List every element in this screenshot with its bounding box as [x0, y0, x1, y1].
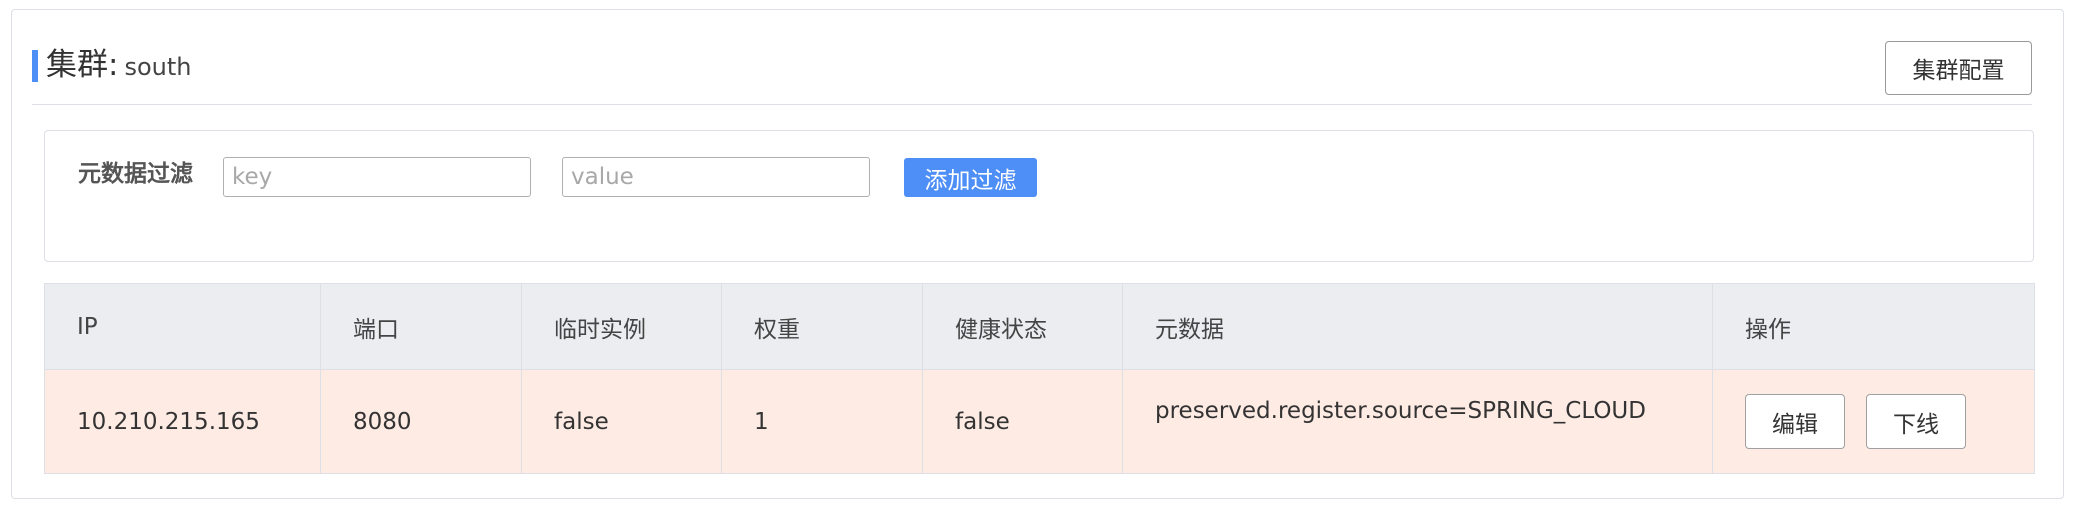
column-header-metadata: 元数据 [1122, 283, 1713, 370]
metadata-filter-panel: 元数据过滤 添加过滤 [44, 130, 2034, 262]
cell-ip: 10.210.215.165 [44, 369, 321, 474]
column-header-health: 健康状态 [922, 283, 1123, 370]
filter-value-input[interactable] [562, 157, 870, 197]
cell-metadata: preserved.register.source=SPRING_CLOUD [1122, 369, 1713, 474]
page-title: 集群: south [46, 45, 191, 87]
cluster-config-button[interactable]: 集群配置 [1885, 41, 2032, 95]
column-header-ip: IP [44, 283, 321, 370]
column-header-port: 端口 [320, 283, 522, 370]
column-header-weight: 权重 [721, 283, 923, 370]
column-header-ephemeral: 临时实例 [521, 283, 722, 370]
title-accent-bar [32, 50, 38, 82]
table-header-row: IP 端口 临时实例 权重 健康状态 元数据 操作 [44, 283, 2035, 370]
table-row: 10.210.215.165 8080 false 1 false preser… [44, 369, 2035, 474]
instance-table: IP 端口 临时实例 权重 健康状态 元数据 操作 10.210.215.165… [44, 283, 2035, 474]
cell-port: 8080 [320, 369, 522, 474]
cell-ephemeral: false [521, 369, 722, 474]
cell-actions: 编辑 下线 [1712, 369, 2035, 474]
cluster-header: 集群: south 集群配置 [32, 30, 2032, 105]
cluster-name: south [124, 53, 192, 81]
add-filter-button[interactable]: 添加过滤 [904, 158, 1037, 197]
metadata-filter-label: 元数据过滤 [78, 161, 193, 187]
cell-weight: 1 [721, 369, 923, 474]
column-header-actions: 操作 [1712, 283, 2035, 370]
edit-button[interactable]: 编辑 [1745, 394, 1845, 449]
offline-button[interactable]: 下线 [1866, 394, 1966, 449]
filter-key-input[interactable] [223, 157, 531, 197]
title-prefix: 集群: [46, 47, 119, 83]
cell-health: false [922, 369, 1123, 474]
